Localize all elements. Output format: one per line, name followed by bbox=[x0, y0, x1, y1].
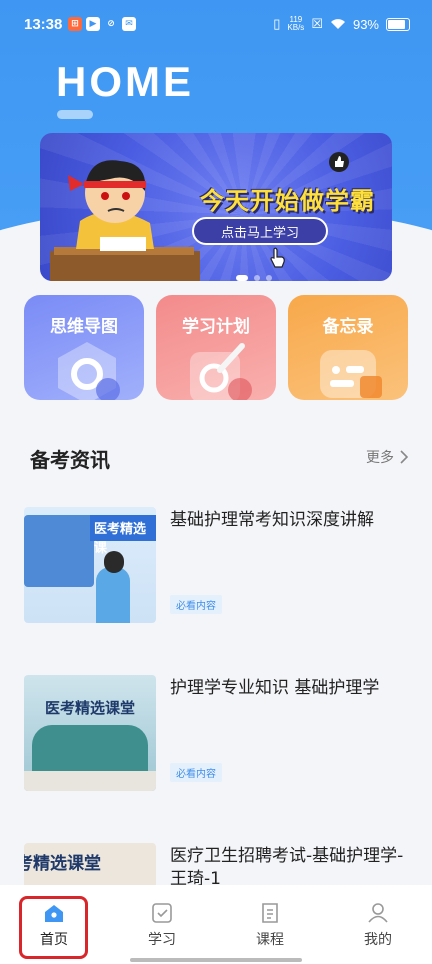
news-thumbnail: 医考精选课 bbox=[24, 507, 156, 623]
chevron-right-icon bbox=[400, 450, 408, 464]
net-speed: 119 KB/s bbox=[287, 16, 304, 32]
status-bar: 13:38 ⊞ ▶ ⊘ ✉ ▯ 119 KB/s ☒ 93% bbox=[0, 0, 432, 52]
feature-label: 学习计划 bbox=[182, 317, 250, 337]
thumbnail-figure bbox=[96, 567, 130, 623]
study-plan-icon bbox=[190, 343, 252, 400]
feature-label: 备忘录 bbox=[322, 317, 374, 337]
net-speed-unit: KB/s bbox=[287, 23, 305, 32]
news-title: 基础护理常考知识深度讲解 bbox=[170, 510, 374, 530]
tab-course[interactable]: 课程 bbox=[240, 903, 300, 949]
thumbnail-text: 医考精选课 bbox=[94, 522, 147, 556]
home-tab-highlight bbox=[19, 896, 88, 959]
carousel-dot[interactable] bbox=[236, 275, 248, 281]
wifi-icon bbox=[330, 19, 345, 29]
battery-icon bbox=[386, 17, 410, 31]
course-icon bbox=[262, 903, 278, 923]
banner-headline: 今天开始做学霸 bbox=[200, 187, 375, 215]
carousel-dot[interactable] bbox=[254, 275, 260, 281]
more-label: 更多 bbox=[366, 450, 394, 466]
student-illustration bbox=[50, 160, 200, 281]
tab-label: 我的 bbox=[364, 932, 392, 948]
thumbnail-text: 考精选课堂 bbox=[24, 854, 101, 874]
person-icon bbox=[368, 903, 388, 923]
news-thumbnail: 医考精选课堂 bbox=[24, 675, 156, 791]
feature-label: 思维导图 bbox=[50, 317, 118, 337]
promo-banner[interactable]: 今天开始做学霸 点击马上学习 bbox=[40, 133, 392, 281]
tab-label: 学习 bbox=[148, 932, 176, 948]
thumbnail-banner: 医考精选课 bbox=[90, 515, 156, 556]
link-notification-icon: ⊘ bbox=[107, 19, 115, 29]
mind-map-icon bbox=[58, 342, 120, 400]
gesture-indicator bbox=[130, 958, 302, 962]
tab-mine[interactable]: 我的 bbox=[348, 903, 408, 949]
feature-study-plan[interactable]: 学习计划 bbox=[156, 295, 276, 400]
carousel-dot[interactable] bbox=[266, 275, 272, 281]
news-item[interactable]: 医考精选课堂 护理学专业知识 基础护理学 必看内容 bbox=[24, 675, 408, 793]
feature-memo[interactable]: 备忘录 bbox=[288, 295, 408, 400]
battery-percent: 93% bbox=[352, 16, 379, 32]
tab-study[interactable]: 学习 bbox=[132, 903, 192, 949]
thumbnail-table bbox=[24, 771, 156, 791]
status-time: 13:38 bbox=[24, 16, 63, 33]
more-link[interactable]: 更多 bbox=[366, 447, 408, 467]
banner-start-label: 点击马上学习 bbox=[220, 225, 299, 241]
play-notification-icon: ▶ bbox=[86, 17, 100, 31]
message-notification-icon: ✉ bbox=[122, 17, 136, 31]
page-title: HOME bbox=[56, 58, 194, 105]
home-screen: 13:38 ⊞ ▶ ⊘ ✉ ▯ 119 KB/s ☒ 93% HOME 今天开始… bbox=[0, 0, 432, 964]
sim-icon: ☒ bbox=[311, 16, 323, 31]
banner-start-button[interactable]: 点击马上学习 bbox=[192, 217, 328, 245]
carousel-dots bbox=[236, 275, 272, 281]
notification-icons: ⊞ ▶ ⊘ ✉ bbox=[68, 17, 136, 31]
news-tag: 必看内容 bbox=[170, 763, 222, 782]
section-title: 备考资讯 bbox=[30, 448, 110, 472]
study-icon bbox=[152, 903, 172, 923]
thumbnail-screen bbox=[24, 515, 94, 587]
status-right: ▯ 119 KB/s ☒ 93% bbox=[273, 16, 410, 32]
news-item[interactable]: 医考精选课 基础护理常考知识深度讲解 必看内容 bbox=[24, 507, 408, 625]
title-underline bbox=[57, 110, 93, 119]
news-tag: 必看内容 bbox=[170, 595, 222, 614]
thumbnail-text: 医考精选课堂 bbox=[44, 699, 135, 717]
vibrate-icon: ▯ bbox=[273, 16, 281, 31]
thumbnail-figure-head bbox=[104, 551, 124, 573]
memo-icon bbox=[320, 350, 382, 398]
hand-cursor-icon bbox=[270, 247, 285, 268]
news-title: 护理学专业知识 基础护理学 bbox=[170, 678, 380, 698]
tab-label: 课程 bbox=[256, 932, 284, 948]
app-notification-icon: ⊞ bbox=[68, 17, 82, 31]
thumbs-up-icon bbox=[329, 152, 349, 172]
feature-mind-map[interactable]: 思维导图 bbox=[24, 295, 144, 400]
